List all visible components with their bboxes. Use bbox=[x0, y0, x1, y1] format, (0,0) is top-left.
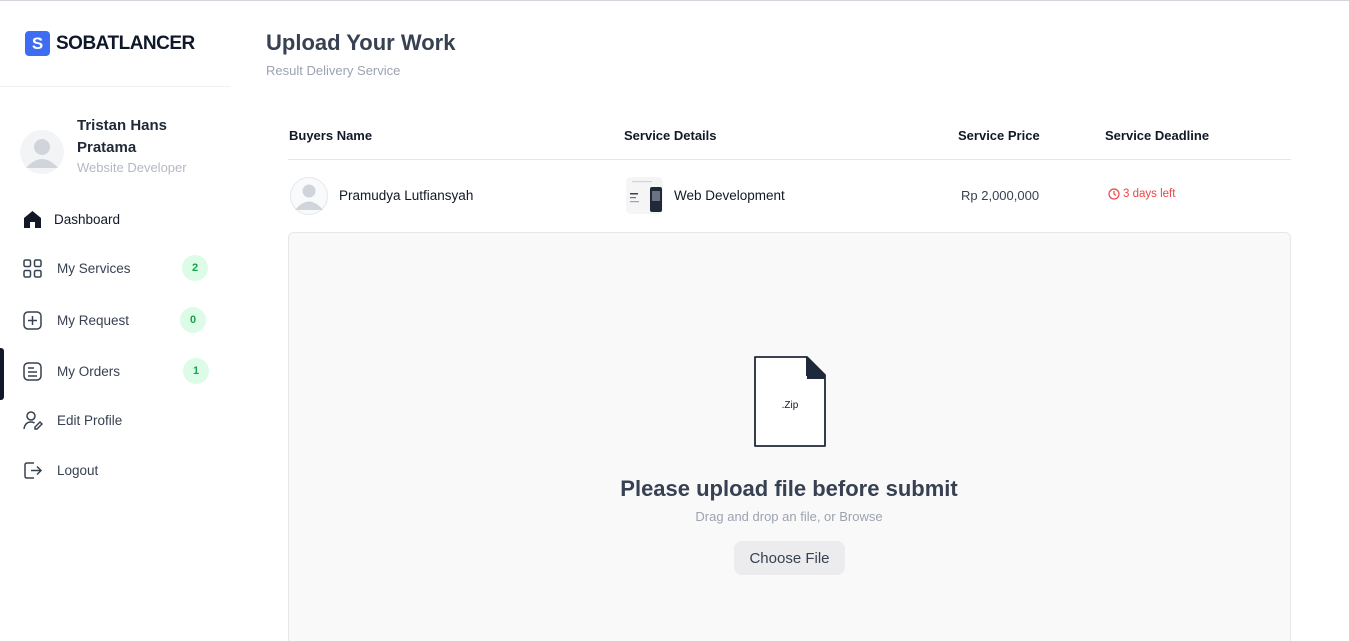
sidebar-item-edit-profile[interactable]: Edit Profile bbox=[0, 398, 230, 442]
brand-name: SOBATLANCER bbox=[56, 32, 195, 54]
sidebar-item-label: Dashboard bbox=[54, 211, 121, 227]
table-header-divider bbox=[288, 159, 1291, 160]
sidebar-item-my-services[interactable]: My Services 2 bbox=[0, 246, 230, 290]
sidebar-item-logout[interactable]: Logout bbox=[0, 448, 230, 492]
services-count-badge: 2 bbox=[182, 255, 208, 281]
user-edit-icon bbox=[23, 410, 43, 430]
buyer-avatar-icon bbox=[290, 177, 328, 215]
request-count-badge: 0 bbox=[180, 307, 206, 333]
grid-icon bbox=[23, 258, 42, 278]
sidebar-item-label: My Request bbox=[57, 312, 130, 328]
home-icon bbox=[24, 210, 41, 228]
file-type-label: .Zip bbox=[781, 400, 799, 411]
choose-file-button[interactable]: Choose File bbox=[734, 541, 845, 575]
user-role: Website Developer bbox=[77, 160, 187, 175]
plus-square-icon bbox=[23, 310, 42, 330]
column-header-buyer: Buyers Name bbox=[289, 128, 373, 143]
sidebar-item-label: Logout bbox=[57, 462, 99, 478]
sidebar-item-dashboard[interactable]: Dashboard bbox=[0, 197, 230, 241]
logout-icon bbox=[24, 461, 43, 479]
deadline-status: 3 days left bbox=[1108, 188, 1175, 200]
column-header-service-details: Service Details bbox=[624, 128, 717, 143]
upload-title: Please upload file before submit bbox=[620, 476, 958, 501]
column-header-service-deadline: Service Deadline bbox=[1105, 128, 1210, 143]
service-thumbnail bbox=[626, 177, 663, 214]
sidebar-item-my-request[interactable]: My Request 0 bbox=[0, 298, 230, 342]
sidebar-item-label: Edit Profile bbox=[57, 412, 123, 428]
sidebar-item-label: My Services bbox=[57, 260, 131, 276]
sidebar-item-my-orders[interactable]: My Orders 1 bbox=[0, 349, 230, 393]
user-avatar-icon bbox=[20, 130, 64, 174]
document-icon bbox=[23, 361, 42, 381]
buyer-name: Pramudya Lutfiansyah bbox=[339, 188, 474, 203]
upload-hint: Drag and drop an file, or Browse bbox=[695, 509, 883, 524]
deadline-text: 3 days left bbox=[1123, 188, 1176, 200]
user-profile: Tristan Hans Pratama Website Developer bbox=[20, 115, 217, 175]
sidebar-divider bbox=[0, 86, 230, 87]
page-subtitle: Result Delivery Service bbox=[266, 63, 401, 78]
brand-logo[interactable]: S SOBATLANCER bbox=[25, 31, 195, 56]
sidebar: S SOBATLANCER Tristan Hans Pratama Websi… bbox=[0, 0, 230, 641]
service-price: Rp 2,000,000 bbox=[961, 188, 1040, 203]
column-header-service-price: Service Price bbox=[958, 128, 1040, 143]
page-title: Upload Your Work bbox=[266, 30, 456, 55]
service-name: Web Development bbox=[674, 188, 785, 203]
sidebar-item-label: My Orders bbox=[57, 363, 121, 379]
clock-icon bbox=[1108, 188, 1120, 200]
user-name: Tristan Hans Pratama bbox=[77, 117, 168, 156]
logo-mark-icon: S bbox=[25, 31, 50, 56]
orders-count-badge: 1 bbox=[183, 358, 209, 384]
